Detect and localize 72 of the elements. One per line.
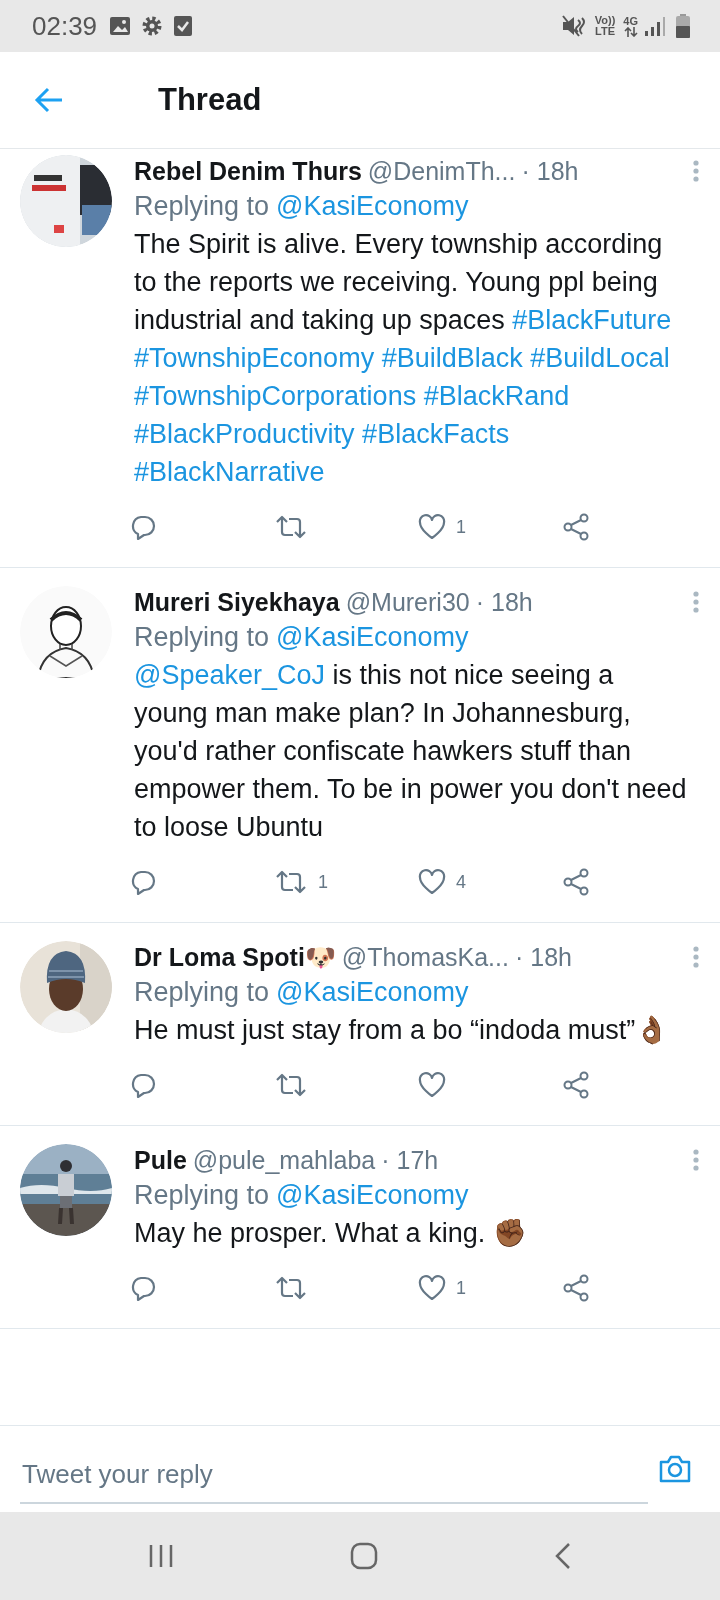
author-name: Rebel Denim Thurs — [134, 156, 362, 187]
retweet-icon[interactable] — [274, 1072, 308, 1098]
heart-icon[interactable] — [418, 1072, 446, 1098]
hashtag-link[interactable]: #TownshipCorporations — [134, 381, 417, 411]
checkbox-icon — [173, 15, 194, 37]
reply-icon[interactable] — [130, 514, 156, 540]
author-handle: @ThomasKa... — [341, 942, 509, 973]
author-handle: @Mureri30 — [345, 587, 470, 618]
tweet-time: · 17h — [381, 1145, 439, 1176]
replying-label: Replying to — [134, 190, 270, 223]
author-name: Mureri Siyekhaya — [134, 587, 340, 618]
mention-link[interactable]: @KasiEconomy — [276, 973, 469, 1011]
count-label: 1 — [456, 1277, 466, 1299]
reply-icon[interactable] — [130, 1072, 156, 1098]
retweet-icon[interactable] — [274, 1275, 308, 1301]
tweet-text: @Speaker_CoJ is this not nice seeing a young man make plan? In Johannesburg, you'd rather confiscate hawkers stuff than empower them. To be in power you don't need to loose Ubuntu — [134, 659, 688, 844]
home-icon[interactable] — [350, 1542, 378, 1570]
share-icon[interactable] — [562, 1071, 590, 1099]
mention-link[interactable]: @KasiEconomy — [276, 187, 469, 225]
reply-field[interactable]: Tweet your reply — [20, 1444, 648, 1504]
heart-icon[interactable] — [418, 1275, 446, 1301]
count-label: 1 — [456, 516, 466, 538]
hashtag-link[interactable]: @Speaker_CoJ — [134, 660, 325, 690]
tweet-text: May he prosper. What a king. ✊🏾 — [134, 1217, 528, 1250]
share-icon[interactable] — [562, 1274, 590, 1302]
reply-icon[interactable] — [130, 869, 156, 895]
replying-label: Replying to — [134, 1179, 270, 1212]
hashtag-link[interactable]: #BuildLocal — [530, 343, 670, 373]
tweet-text: He must just stay from a bo “indoda must”👌🏾 — [134, 1014, 671, 1047]
share-icon[interactable] — [562, 868, 590, 896]
author-handle: @pule_mahlaba — [192, 1145, 376, 1176]
back-button[interactable] — [34, 85, 64, 115]
tweet-time: · 18h — [514, 942, 572, 973]
hashtag-link[interactable]: #BlackFuture — [512, 305, 672, 335]
tweet-text: The Spirit is alive. Every township according to the reports we receiving. Young ppl being industrial and taking up spaces #BlackFuture #TownshipEconomy #BuildBlack #BuildLocal #TownshipCorporations #BlackRand #BlackProductivity #BlackFacts #BlackNarrative — [134, 228, 673, 489]
hashtag-link[interactable]: #BlackNarrative — [134, 457, 325, 487]
volte-label: Vo)) — [594, 15, 616, 26]
camera-icon[interactable] — [658, 1454, 692, 1484]
author-handle: @DenimTh... — [367, 156, 516, 187]
battery-icon — [676, 14, 690, 38]
volte-label: LTE — [595, 26, 615, 37]
clock: 02:39 — [32, 10, 98, 42]
image-icon — [109, 16, 132, 36]
gear-icon — [141, 15, 164, 37]
share-icon[interactable] — [562, 513, 590, 541]
reply-icon[interactable] — [130, 1275, 156, 1301]
signal-icon — [644, 15, 666, 37]
data-arrows-icon — [623, 26, 638, 37]
hashtag-link[interactable]: #BlackRand — [423, 381, 570, 411]
retweet-icon[interactable] — [274, 869, 308, 895]
replying-label: Replying to — [134, 976, 270, 1009]
page-title: Thread — [158, 82, 262, 118]
heart-icon[interactable] — [418, 514, 446, 540]
mute-icon — [560, 14, 587, 38]
count-label: 4 — [456, 871, 466, 893]
hashtag-link[interactable]: #TownshipEconomy — [134, 343, 375, 373]
heart-icon[interactable] — [418, 869, 446, 895]
replying-label: Replying to — [134, 621, 270, 654]
hashtag-link[interactable]: #BlackFacts — [362, 419, 510, 449]
count-label: 1 — [318, 871, 328, 893]
tweet-time: · 18h — [521, 156, 579, 187]
author-name: Dr Loma Spoti🐶 — [134, 942, 336, 973]
hashtag-link[interactable]: #BuildBlack — [381, 343, 523, 373]
network-label: 4G — [623, 15, 638, 27]
recent-apps-icon[interactable] — [148, 1543, 174, 1569]
hashtag-link[interactable]: #BlackProductivity — [134, 419, 355, 449]
author-name: Pule — [134, 1145, 187, 1176]
mention-link[interactable]: @KasiEconomy — [276, 1176, 469, 1214]
back-icon[interactable] — [554, 1542, 572, 1570]
retweet-icon[interactable] — [274, 514, 308, 540]
mention-link[interactable]: @KasiEconomy — [276, 618, 469, 656]
tweet-time: · 18h — [475, 587, 533, 618]
